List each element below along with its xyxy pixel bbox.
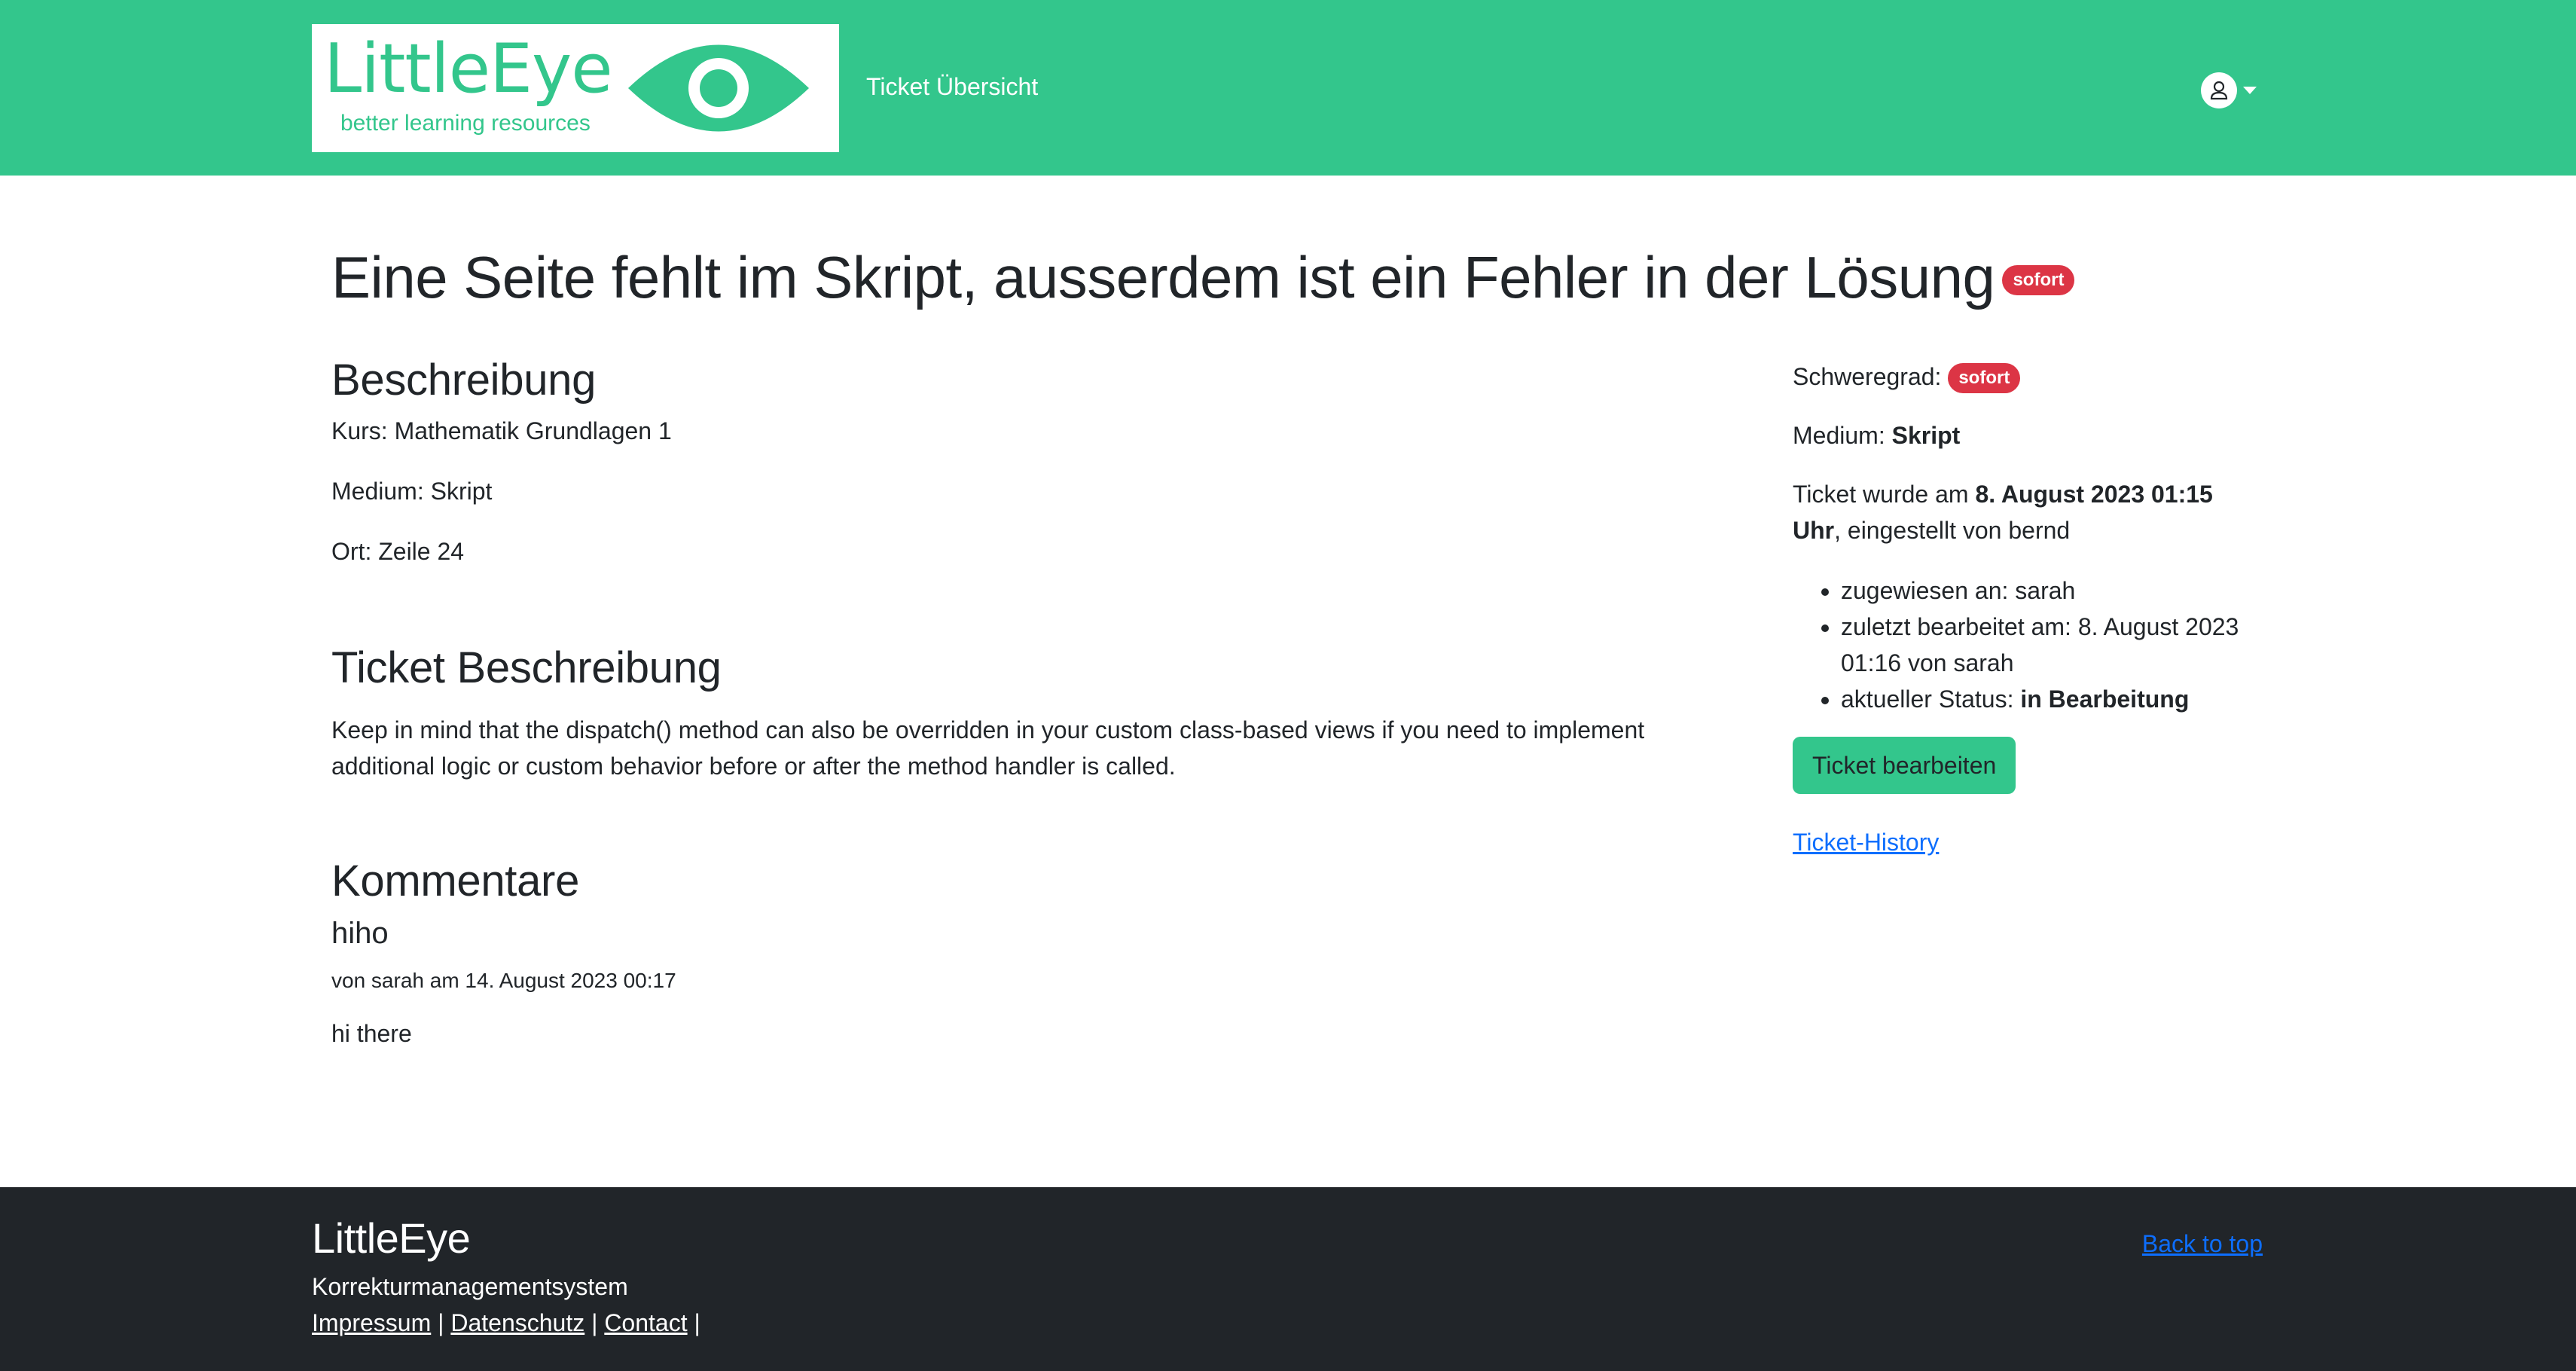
created-info: Ticket wurde am 8. August 2023 01:15 Uhr… — [1793, 476, 2245, 548]
severity-sidebar-badge: sofort — [1948, 363, 2021, 393]
last-edited-item: zuletzt bearbeitet am: 8. August 2023 01… — [1841, 609, 2245, 681]
location-text: Ort: Zeile 24 — [331, 537, 465, 565]
severity-row: Schweregrad: sofort — [1793, 359, 2245, 395]
footer-subtitle: Korrekturmanagementsystem — [312, 1273, 628, 1300]
footer-title: LittleEye — [312, 1214, 471, 1262]
medium-text: Medium: Skript — [331, 477, 493, 505]
impressum-link[interactable]: Impressum — [312, 1309, 431, 1336]
comments-heading: Kommentare — [331, 856, 580, 906]
logo-wordmark: LittleEye — [324, 29, 613, 108]
datenschutz-link[interactable]: Datenschutz — [450, 1309, 584, 1336]
ticket-sidebar: Schweregrad: sofort Medium: Skript Ticke… — [1793, 359, 2245, 860]
severity-badge: sofort — [2002, 265, 2075, 295]
footer-separator: | — [694, 1309, 700, 1336]
comment-title: hiho — [331, 916, 389, 950]
page-title: Eine Seite fehlt im Skript, ausserdem is… — [331, 243, 2075, 313]
logo[interactable]: LittleEye better learning resources — [312, 24, 839, 152]
status-label: aktueller Status: — [1841, 686, 2014, 713]
medium-value: Skript — [1891, 422, 1961, 449]
created-suffix: , eingestellt von bernd — [1834, 517, 2071, 544]
footer: LittleEye Korrekturmanagementsystem Impr… — [0, 1187, 2576, 1371]
eye-icon — [628, 44, 809, 132]
status-item: aktueller Status: in Bearbeitung — [1841, 681, 2245, 717]
medium-row: Medium: Skript — [1793, 417, 2245, 453]
top-navbar: LittleEye better learning resources Tick… — [0, 0, 2576, 176]
comment-item: hiho von sarah am 14. August 2023 00:17 … — [331, 915, 1747, 1052]
ticket-title-text: Eine Seite fehlt im Skript, ausserdem is… — [331, 244, 1995, 310]
footer-separator: | — [438, 1309, 444, 1336]
edit-ticket-button[interactable]: Ticket bearbeiten — [1793, 737, 2016, 794]
ticket-description-text: Keep in mind that the dispatch() method … — [331, 716, 1645, 780]
ticket-meta-list: zugewiesen an: sarah zuletzt bearbeitet … — [1793, 573, 2245, 717]
nav-ticket-overview[interactable]: Ticket Übersicht — [866, 72, 1038, 101]
description-heading: Beschreibung — [331, 356, 597, 405]
contact-link[interactable]: Contact — [604, 1309, 687, 1336]
severity-label: Schweregrad: — [1793, 363, 1942, 390]
chevron-down-icon — [2243, 87, 2257, 94]
logo-tagline: better learning resources — [340, 111, 591, 136]
back-to-top-link[interactable]: Back to top — [2142, 1229, 2263, 1258]
status-value: in Bearbeitung — [2020, 686, 2190, 713]
user-menu-dropdown[interactable] — [2201, 72, 2257, 108]
footer-links: Impressum | Datenschutz | Contact | — [312, 1306, 700, 1340]
comment-meta: von sarah am 14. August 2023 00:17 — [331, 968, 676, 992]
footer-separator: | — [591, 1309, 598, 1336]
assigned-item: zugewiesen an: sarah — [1841, 573, 2245, 609]
ticket-history-link[interactable]: Ticket-History — [1793, 829, 1939, 856]
course-text: Kurs: Mathematik Grundlagen 1 — [331, 417, 672, 444]
ticket-description-heading: Ticket Beschreibung — [331, 643, 722, 692]
created-prefix: Ticket wurde am — [1793, 481, 1969, 508]
comment-body: hi there — [331, 1020, 412, 1048]
user-icon — [2201, 72, 2237, 108]
ticket-details: Beschreibung Kurs: Mathematik Grundlagen… — [331, 354, 1747, 1052]
medium-label: Medium: — [1793, 422, 1885, 449]
